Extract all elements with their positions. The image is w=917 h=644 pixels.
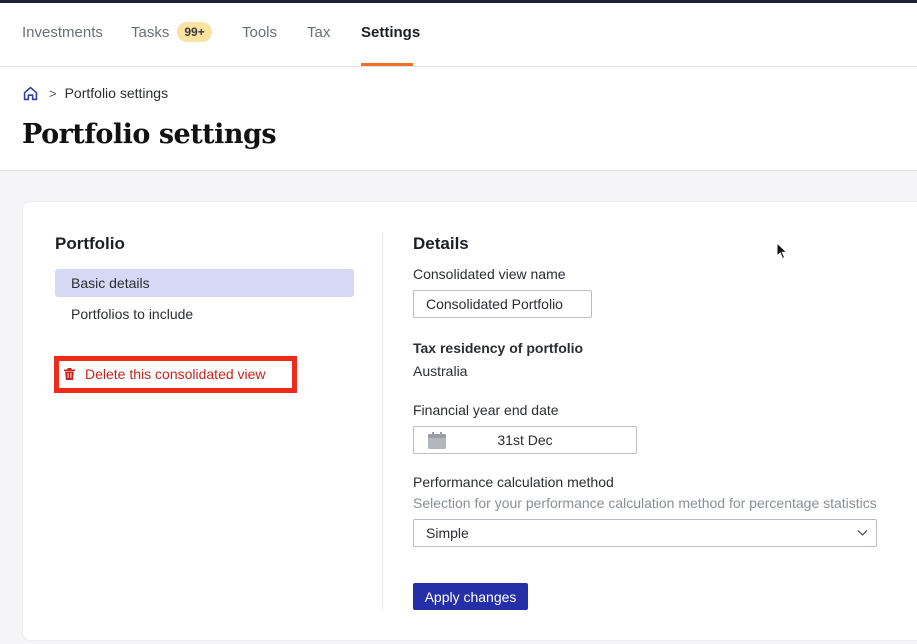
nav-settings[interactable]: Settings <box>361 3 420 66</box>
nav-investments[interactable]: Investments <box>22 3 103 66</box>
details-title: Details <box>413 234 469 253</box>
tax-residency-value: Australia <box>413 363 468 379</box>
nav-tax-label: Tax <box>307 24 331 41</box>
delete-highlight-box: Delete this consolidated view <box>54 356 297 393</box>
chevron-down-icon <box>857 530 868 536</box>
nav-tax[interactable]: Tax <box>307 3 330 66</box>
apply-changes-button[interactable]: Apply changes <box>413 583 528 610</box>
nav-settings-label: Settings <box>361 24 421 41</box>
breadcrumb-current: Portfolio settings <box>64 85 169 101</box>
breadcrumb-separator: > <box>49 85 57 101</box>
page-header: > Portfolio settings Portfolio settings <box>0 67 917 171</box>
nav-tools-label: Tools <box>242 24 278 41</box>
nav-tasks-label: Tasks <box>131 24 170 41</box>
performance-method-value: Simple <box>426 525 469 541</box>
sidebar-item-portfolios-to-include[interactable]: Portfolios to include <box>55 300 354 328</box>
view-name-input[interactable] <box>413 290 592 318</box>
delete-label: Delete this consolidated view <box>85 366 266 382</box>
page-title: Portfolio settings <box>22 119 277 150</box>
fy-end-value: 31st Dec <box>497 432 553 448</box>
top-nav: Investments Tasks 99+ Tools Tax Settings <box>0 3 917 67</box>
fy-end-label: Financial year end date <box>413 402 559 418</box>
column-divider <box>382 233 383 609</box>
performance-method-label: Performance calculation method <box>413 474 614 490</box>
nav-investments-label: Investments <box>22 24 103 41</box>
sidebar-item-basic-details[interactable]: Basic details <box>55 269 354 297</box>
nav-tasks[interactable]: Tasks 99+ <box>131 3 212 66</box>
mouse-cursor-icon <box>776 242 788 260</box>
fy-end-date-picker[interactable]: 31st Dec <box>413 426 637 454</box>
performance-method-help: Selection for your performance calculati… <box>413 495 877 511</box>
performance-method-select[interactable]: Simple <box>413 519 877 547</box>
home-icon[interactable] <box>22 85 39 102</box>
view-name-label: Consolidated view name <box>413 266 566 282</box>
nav-tools[interactable]: Tools <box>242 3 277 66</box>
tax-residency-label: Tax residency of portfolio <box>413 340 584 356</box>
settings-card: Portfolio Basic details Portfolios to in… <box>22 201 917 641</box>
tasks-count-badge: 99+ <box>177 22 212 42</box>
sidebar-title: Portfolio <box>55 234 125 253</box>
breadcrumb: > Portfolio settings <box>22 83 168 103</box>
trash-icon <box>64 368 75 380</box>
delete-consolidated-view-button[interactable]: Delete this consolidated view <box>64 366 266 382</box>
